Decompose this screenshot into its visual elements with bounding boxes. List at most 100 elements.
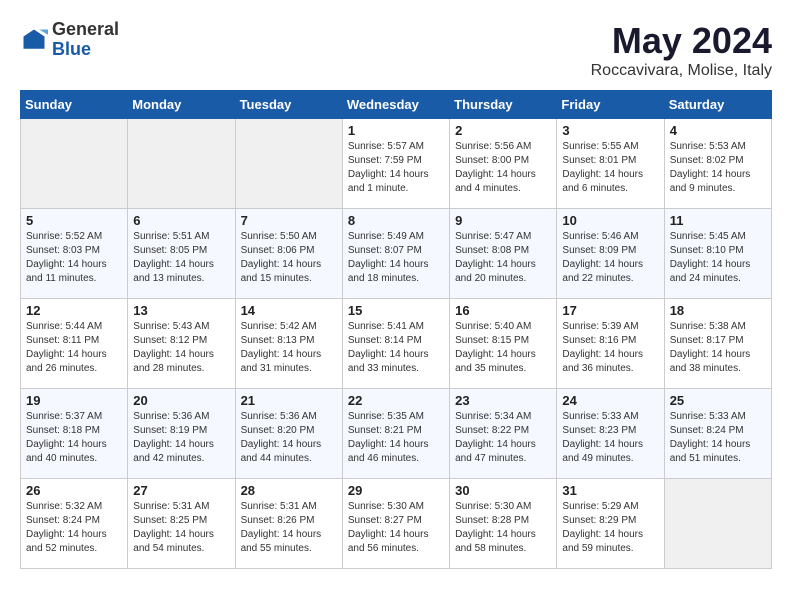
day-content: Sunrise: 5:51 AM Sunset: 8:05 PM Dayligh… [133, 230, 229, 286]
day-number: 17 [562, 303, 658, 318]
day-number: 30 [455, 483, 551, 498]
calendar-cell [21, 119, 128, 209]
day-number: 11 [670, 213, 766, 228]
day-content: Sunrise: 5:41 AM Sunset: 8:14 PM Dayligh… [348, 320, 444, 376]
day-number: 25 [670, 393, 766, 408]
day-content: Sunrise: 5:49 AM Sunset: 8:07 PM Dayligh… [348, 230, 444, 286]
day-number: 27 [133, 483, 229, 498]
calendar-cell: 29Sunrise: 5:30 AM Sunset: 8:27 PM Dayli… [342, 479, 449, 569]
day-content: Sunrise: 5:56 AM Sunset: 8:00 PM Dayligh… [455, 140, 551, 196]
calendar-cell: 10 Sunrise: 5:46 AM Sunset: 8:09 PM Dayli… [557, 209, 664, 299]
header-day-sunday: Sunday [21, 91, 128, 119]
day-content: Sunrise: 5:33 AM Sunset: 8:24 PM Dayligh… [670, 410, 766, 466]
day-number: 15 [348, 303, 444, 318]
day-content: Sunrise: 5:36 AM Sunset: 8:20 PM Dayligh… [241, 410, 337, 466]
calendar-table: SundayMondayTuesdayWednesdayThursdayFrid… [20, 90, 772, 569]
logo: General Blue [20, 20, 119, 60]
day-content: Sunrise: 5:31 AM Sunset: 8:25 PM Dayligh… [133, 500, 229, 556]
calendar-cell: 22Sunrise: 5:35 AM Sunset: 8:21 PM Dayli… [342, 389, 449, 479]
week-row-1: 5Sunrise: 5:52 AM Sunset: 8:03 PM Daylig… [21, 209, 772, 299]
day-content: Sunrise: 5:53 AM Sunset: 8:02 PM Dayligh… [670, 140, 766, 196]
day-number: 6 [133, 213, 229, 228]
header-day-friday: Friday [557, 91, 664, 119]
header-day-wednesday: Wednesday [342, 91, 449, 119]
calendar-cell: 25 Sunrise: 5:33 AM Sunset: 8:24 PM Dayli… [664, 389, 771, 479]
day-number: 18 [670, 303, 766, 318]
day-number: 23 [455, 393, 551, 408]
day-content: Sunrise: 5:39 AM Sunset: 8:16 PM Dayligh… [562, 320, 658, 376]
day-content: Sunrise: 5:32 AM Sunset: 8:24 PM Dayligh… [26, 500, 122, 556]
day-content: Sunrise: 5:35 AM Sunset: 8:21 PM Dayligh… [348, 410, 444, 466]
day-number: 28 [241, 483, 337, 498]
day-number: 14 [241, 303, 337, 318]
day-content: Sunrise: 5:45 AM Sunset: 8:10 PM Dayligh… [670, 230, 766, 286]
day-number: 3 [562, 123, 658, 138]
day-number: 10 [562, 213, 658, 228]
location: Roccavivara, Molise, Italy [591, 62, 772, 80]
day-number: 31 [562, 483, 658, 498]
day-content: Sunrise: 5:30 AM Sunset: 8:27 PM Dayligh… [348, 500, 444, 556]
calendar-cell [235, 119, 342, 209]
day-content: Sunrise: 5:38 AM Sunset: 8:17 PM Dayligh… [670, 320, 766, 376]
day-number: 20 [133, 393, 229, 408]
week-row-2: 12Sunrise: 5:44 AM Sunset: 8:11 PM Dayli… [21, 299, 772, 389]
calendar-cell: 9Sunrise: 5:47 AM Sunset: 8:08 PM Daylig… [450, 209, 557, 299]
header-day-tuesday: Tuesday [235, 91, 342, 119]
calendar-cell: 17 Sunrise: 5:39 AM Sunset: 8:16 PM Dayli… [557, 299, 664, 389]
day-content: Sunrise: 5:55 AM Sunset: 8:01 PM Dayligh… [562, 140, 658, 196]
day-number: 5 [26, 213, 122, 228]
day-content: Sunrise: 5:37 AM Sunset: 8:18 PM Dayligh… [26, 410, 122, 466]
day-content: Sunrise: 5:34 AM Sunset: 8:22 PM Dayligh… [455, 410, 551, 466]
day-number: 2 [455, 123, 551, 138]
day-content: Sunrise: 5:42 AM Sunset: 8:13 PM Dayligh… [241, 320, 337, 376]
calendar-cell: 11 Sunrise: 5:45 AM Sunset: 8:10 PM Dayli… [664, 209, 771, 299]
calendar-cell: 20 Sunrise: 5:36 AM Sunset: 8:19 PM Dayli… [128, 389, 235, 479]
calendar-cell: 24 Sunrise: 5:33 AM Sunset: 8:23 PM Dayli… [557, 389, 664, 479]
day-number: 24 [562, 393, 658, 408]
calendar-cell: 12Sunrise: 5:44 AM Sunset: 8:11 PM Dayli… [21, 299, 128, 389]
calendar-cell: 8 Sunrise: 5:49 AM Sunset: 8:07 PM Daylig… [342, 209, 449, 299]
calendar-cell [128, 119, 235, 209]
day-content: Sunrise: 5:40 AM Sunset: 8:15 PM Dayligh… [455, 320, 551, 376]
day-number: 8 [348, 213, 444, 228]
calendar-header: SundayMondayTuesdayWednesdayThursdayFrid… [21, 91, 772, 119]
calendar-body: 1Sunrise: 5:57 AM Sunset: 7:59 PM Daylig… [21, 119, 772, 569]
day-number: 7 [241, 213, 337, 228]
calendar-cell: 5Sunrise: 5:52 AM Sunset: 8:03 PM Daylig… [21, 209, 128, 299]
calendar-cell: 23 Sunrise: 5:34 AM Sunset: 8:22 PM Dayli… [450, 389, 557, 479]
calendar-cell: 14 Sunrise: 5:42 AM Sunset: 8:13 PM Dayli… [235, 299, 342, 389]
day-content: Sunrise: 5:30 AM Sunset: 8:28 PM Dayligh… [455, 500, 551, 556]
page-header: General Blue May 2024 Roccavivara, Molis… [20, 20, 772, 80]
day-number: 12 [26, 303, 122, 318]
header-day-saturday: Saturday [664, 91, 771, 119]
calendar-cell: 13Sunrise: 5:43 AM Sunset: 8:12 PM Dayli… [128, 299, 235, 389]
calendar-cell: 2 Sunrise: 5:56 AM Sunset: 8:00 PM Daylig… [450, 119, 557, 209]
calendar-cell: 18 Sunrise: 5:38 AM Sunset: 8:17 PM Dayli… [664, 299, 771, 389]
logo-blue: Blue [52, 40, 119, 60]
logo-general: General [52, 20, 119, 40]
day-number: 21 [241, 393, 337, 408]
calendar-cell: 27 Sunrise: 5:31 AM Sunset: 8:25 PM Dayli… [128, 479, 235, 569]
day-content: Sunrise: 5:29 AM Sunset: 8:29 PM Dayligh… [562, 500, 658, 556]
calendar-cell: 19Sunrise: 5:37 AM Sunset: 8:18 PM Dayli… [21, 389, 128, 479]
day-number: 26 [26, 483, 122, 498]
calendar-cell: 21 Sunrise: 5:36 AM Sunset: 8:20 PM Dayli… [235, 389, 342, 479]
calendar-cell: 1Sunrise: 5:57 AM Sunset: 7:59 PM Daylig… [342, 119, 449, 209]
day-number: 9 [455, 213, 551, 228]
day-content: Sunrise: 5:31 AM Sunset: 8:26 PM Dayligh… [241, 500, 337, 556]
calendar-cell: 15 Sunrise: 5:41 AM Sunset: 8:14 PM Dayli… [342, 299, 449, 389]
calendar-cell: 28 Sunrise: 5:31 AM Sunset: 8:26 PM Dayli… [235, 479, 342, 569]
week-row-4: 26 Sunrise: 5:32 AM Sunset: 8:24 PM Dayli… [21, 479, 772, 569]
header-day-monday: Monday [128, 91, 235, 119]
day-content: Sunrise: 5:46 AM Sunset: 8:09 PM Dayligh… [562, 230, 658, 286]
week-row-3: 19Sunrise: 5:37 AM Sunset: 8:18 PM Dayli… [21, 389, 772, 479]
calendar-cell: 4 Sunrise: 5:53 AM Sunset: 8:02 PM Daylig… [664, 119, 771, 209]
header-day-thursday: Thursday [450, 91, 557, 119]
calendar-cell: 30 Sunrise: 5:30 AM Sunset: 8:28 PM Dayli… [450, 479, 557, 569]
day-number: 16 [455, 303, 551, 318]
day-number: 4 [670, 123, 766, 138]
day-content: Sunrise: 5:33 AM Sunset: 8:23 PM Dayligh… [562, 410, 658, 466]
week-row-0: 1Sunrise: 5:57 AM Sunset: 7:59 PM Daylig… [21, 119, 772, 209]
logo-icon [20, 26, 48, 54]
day-content: Sunrise: 5:36 AM Sunset: 8:19 PM Dayligh… [133, 410, 229, 466]
